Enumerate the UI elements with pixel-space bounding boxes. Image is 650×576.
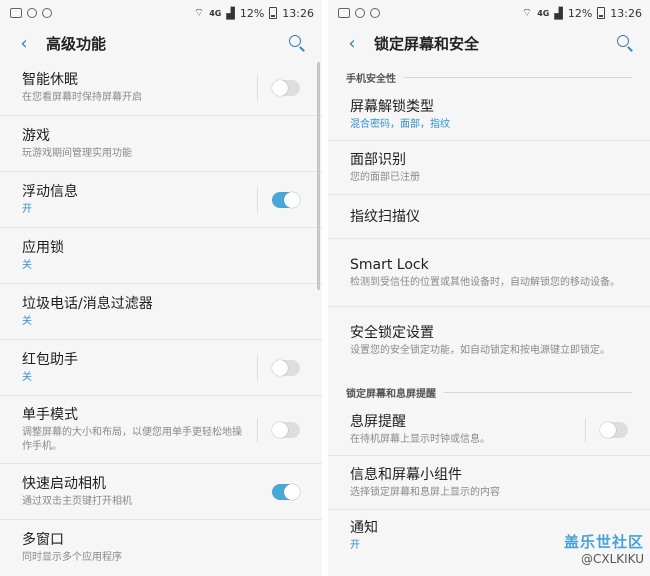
weibo-notification-icon [27, 8, 37, 18]
item-label: 面部识别 [350, 151, 406, 168]
item-label: 应用锁 [22, 239, 64, 256]
battery-percent: 12% [239, 6, 265, 20]
scrollbar[interactable] [317, 62, 320, 290]
search-icon[interactable] [288, 34, 306, 52]
signal-icon: ▟ [226, 6, 235, 20]
divider [257, 417, 258, 442]
watermark-logo-text: 盖乐世社区 [563, 533, 644, 551]
item-summary: 检测到受信任的位置或其他设备时，自动解锁您的移动设备。 [350, 276, 620, 288]
back-arrow-icon[interactable]: ‹ [16, 33, 32, 54]
list-item-floating-info[interactable]: 浮动信息开 [0, 172, 322, 228]
section-header-phone-security: 手机安全性 [328, 60, 650, 89]
item-label: 智能休眠 [22, 71, 78, 88]
list-item-fingerprint-scanner[interactable]: 指纹扫描仪 [328, 195, 650, 239]
item-summary: 同时显示多个应用程序 [22, 552, 122, 563]
battery-percent: 12% [567, 6, 593, 20]
smart-stay-toggle[interactable] [272, 79, 300, 96]
status-bar: ⌔ 4G ▟ 12% 13:26 [0, 0, 322, 26]
red-packet-toggle[interactable] [272, 359, 300, 376]
item-label: 游戏 [22, 127, 50, 144]
item-label: 快速启动相机 [22, 475, 106, 492]
list-item-games[interactable]: 游戏玩游戏期间管理实用功能 [0, 116, 322, 172]
advanced-features-screen: ⌔ 4G ▟ 12% 13:26 ‹ 高级功能 智能休眠在您看屏幕时保持屏幕开启… [0, 0, 322, 576]
item-label: 红包助手 [22, 351, 78, 368]
item-summary: 通过双击主页键打开相机 [22, 495, 132, 507]
item-label: 垃圾电话/消息过滤器 [22, 295, 153, 312]
item-label: 屏幕解锁类型 [350, 98, 434, 115]
network-type: 4G [537, 8, 550, 18]
list-item-quick-launch-camera[interactable]: 快速启动相机通过双击主页键打开相机 [0, 464, 322, 520]
weibo-notification-icon-2 [370, 8, 380, 18]
back-arrow-icon[interactable]: ‹ [344, 33, 360, 54]
item-status: 关 [22, 315, 32, 327]
item-status: 混合密码，面部，指纹 [350, 118, 450, 130]
list-item-always-on-display[interactable]: 息屏提醒在待机屏幕上显示时钟或信息。 [328, 404, 650, 456]
item-label: Smart Lock [350, 256, 429, 273]
item-summary: 玩游戏期间管理实用功能 [22, 147, 132, 159]
gallery-notification-icon [10, 8, 22, 18]
item-status: 关 [22, 371, 32, 383]
wifi-icon: ⌔ [521, 6, 533, 19]
app-bar: ‹ 锁定屏幕和安全 [328, 26, 650, 60]
clock: 13:26 [282, 6, 314, 20]
clock: 13:26 [610, 6, 642, 20]
settings-list: 智能休眠在您看屏幕时保持屏幕开启 游戏玩游戏期间管理实用功能 浮动信息开 应用锁… [0, 60, 322, 576]
item-summary: 在待机屏幕上显示时钟或信息。 [350, 433, 490, 445]
list-item-secure-lock-settings[interactable]: 安全锁定设置设置您的安全锁定功能，如自动锁定和按电源键立即锁定。 [328, 307, 650, 375]
list-item-screen-lock-type[interactable]: 屏幕解锁类型混合密码，面部，指纹 [328, 89, 650, 141]
item-status: 关 [22, 259, 32, 271]
item-label: 安全锁定设置 [350, 325, 434, 341]
settings-list: 手机安全性 屏幕解锁类型混合密码，面部，指纹 面部识别您的面部已注册 指纹扫描仪… [328, 60, 650, 562]
network-type: 4G [209, 8, 222, 18]
divider [585, 417, 586, 442]
battery-icon [597, 7, 606, 19]
page-title: 高级功能 [46, 34, 107, 53]
app-bar: ‹ 高级功能 [0, 26, 322, 60]
list-item-multi-window[interactable]: 多窗口同时显示多个应用程序 [0, 520, 322, 576]
weibo-notification-icon [355, 8, 365, 18]
wifi-icon: ⌔ [193, 6, 205, 19]
list-item-smart-lock[interactable]: Smart Lock 检测到受信任的位置或其他设备时，自动解锁您的移动设备。 [328, 239, 650, 307]
list-item-spam-filter[interactable]: 垃圾电话/消息过滤器关 [0, 284, 322, 340]
quick-camera-toggle[interactable] [272, 483, 300, 500]
watermark: 盖乐世社区 @CXLKIKU [564, 531, 644, 566]
status-bar: ⌔ 4G ▟ 12% 13:26 [328, 0, 650, 26]
item-status: 开 [22, 203, 32, 215]
always-on-display-toggle[interactable] [600, 421, 628, 438]
weibo-notification-icon-2 [42, 8, 52, 18]
signal-icon: ▟ [554, 6, 563, 20]
divider [257, 355, 258, 380]
floating-info-toggle[interactable] [272, 191, 300, 208]
item-summary: 选择锁定屏幕和息屏上显示的内容 [350, 486, 500, 498]
list-item-one-handed-mode[interactable]: 单手模式调整屏幕的大小和布局，以便您用单手更轻松地操作手机。 [0, 396, 322, 464]
list-item-info-widgets[interactable]: 信息和屏幕小组件选择锁定屏幕和息屏上显示的内容 [328, 456, 650, 510]
gallery-notification-icon [338, 8, 350, 18]
section-title: 锁定屏幕和息屏提醒 [346, 389, 436, 400]
search-icon[interactable] [616, 34, 634, 52]
list-item-app-lock[interactable]: 应用锁关 [0, 228, 322, 284]
item-summary: 在您看屏幕时保持屏幕开启 [22, 91, 142, 103]
item-label: 息屏提醒 [350, 413, 406, 430]
divider [257, 187, 258, 212]
item-summary: 调整屏幕的大小和布局，以便您用单手更轻松地操作手机。 [22, 426, 242, 452]
item-summary: 设置您的安全锁定功能，如自动锁定和按电源键立即锁定。 [350, 345, 610, 356]
list-item-red-packet-assistant[interactable]: 红包助手关 [0, 340, 322, 396]
list-item-smart-stay[interactable]: 智能休眠在您看屏幕时保持屏幕开启 [0, 60, 322, 116]
item-summary: 您的面部已注册 [350, 171, 420, 183]
section-header-lock-screen-aod: 锁定屏幕和息屏提醒 [328, 375, 650, 404]
section-title: 手机安全性 [346, 74, 396, 85]
item-label: 多窗口 [22, 532, 64, 548]
lock-screen-security-screen: ⌔ 4G ▟ 12% 13:26 ‹ 锁定屏幕和安全 手机安全性 屏幕解锁类型混… [328, 0, 650, 576]
page-title: 锁定屏幕和安全 [374, 34, 480, 53]
item-label: 信息和屏幕小组件 [350, 466, 462, 483]
battery-icon [269, 7, 278, 19]
one-handed-toggle[interactable] [272, 421, 300, 438]
divider [257, 75, 258, 100]
watermark-handle: @CXLKIKU [580, 552, 644, 566]
item-label: 浮动信息 [22, 183, 78, 200]
list-item-face-recognition[interactable]: 面部识别您的面部已注册 [328, 141, 650, 195]
item-label: 单手模式 [22, 406, 78, 423]
item-label: 指纹扫描仪 [350, 208, 420, 225]
